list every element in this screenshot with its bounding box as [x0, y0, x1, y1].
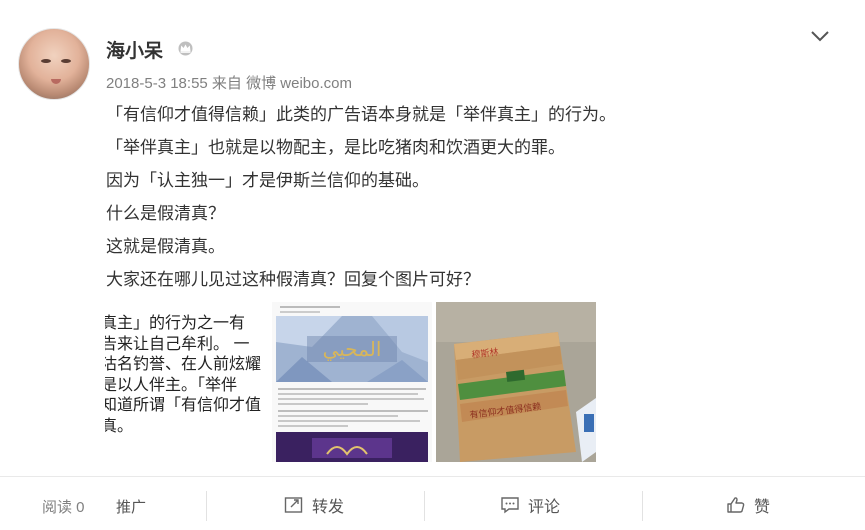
action-divider	[206, 491, 207, 521]
post-image-3[interactable]: 穆斯林 有信仰才值得信赖	[436, 302, 596, 462]
post-source[interactable]: 微博 weibo.com	[246, 75, 352, 92]
repost-button[interactable]: 转发	[284, 491, 344, 519]
username[interactable]: 海小呆	[106, 36, 163, 63]
post-line: 「有信仰才值得信赖」此类的广告语本身就是「举伴真主」的行为。	[106, 105, 616, 124]
avatar-eye	[41, 59, 51, 63]
post-image-1[interactable]: 真主」的行为之一有 告来让自己牟利。 一 沽名钓誉、在人前炫耀 是以人伴主。「举…	[105, 302, 265, 462]
carton-photo: 穆斯林 有信仰才值得信赖	[436, 302, 596, 462]
post-line: 「举伴真主」也就是以物配主，是比吃猪肉和饮酒更大的罪。	[106, 138, 565, 157]
avatar[interactable]	[18, 28, 90, 100]
repost-icon	[284, 497, 303, 513]
action-divider	[642, 491, 643, 521]
image-1-text: 真主」的行为之一有 告来让自己牟利。 一 沽名钓誉、在人前炫耀 是以人伴主。「举…	[105, 315, 262, 435]
chevron-down-icon[interactable]	[810, 29, 830, 43]
post-content: 「有信仰才值得信赖」此类的广告语本身就是「举伴真主」的行为。 「举伴真主」也就是…	[106, 98, 846, 296]
thumbs-up-icon	[727, 497, 745, 513]
post-line: 因为「认主独一」才是伊斯兰信仰的基础。	[106, 171, 429, 190]
post-time[interactable]: 2018-5-3 18:55	[106, 75, 208, 92]
weibo-post-card: 海小呆 2018-5-3 18:55 来自 微博 weibo.com 「有信仰才…	[0, 0, 865, 530]
post-meta: 2018-5-3 18:55 来自 微博 weibo.com	[106, 72, 352, 93]
like-label: 赞	[754, 499, 771, 516]
comment-label: 评论	[528, 499, 561, 516]
promote-button[interactable]: 推广	[116, 496, 146, 517]
comment-icon	[501, 497, 519, 514]
read-count: 阅读 0	[42, 499, 85, 516]
article-screenshot: المحيي	[272, 302, 432, 462]
avatar-mouth	[51, 79, 61, 84]
banner-calligraphy: المحيي	[323, 337, 382, 362]
action-divider	[424, 491, 425, 521]
like-button[interactable]: 赞	[726, 491, 770, 519]
comment-button[interactable]: 评论	[500, 491, 560, 519]
post-image-2[interactable]: المحيي	[272, 302, 432, 462]
post-line: 这就是假清真。	[106, 237, 225, 256]
avatar-eye	[61, 59, 71, 63]
action-bar: 阅读 0 推广 转发 评论 赞	[0, 477, 865, 530]
crown-icon	[178, 41, 193, 56]
repost-label: 转发	[312, 499, 345, 516]
source-prefix: 来自	[211, 75, 242, 92]
post-line: 大家还在哪儿见过这种假清真？回复个图片可好？	[106, 270, 480, 289]
post-line: 什么是假清真？	[106, 204, 225, 223]
